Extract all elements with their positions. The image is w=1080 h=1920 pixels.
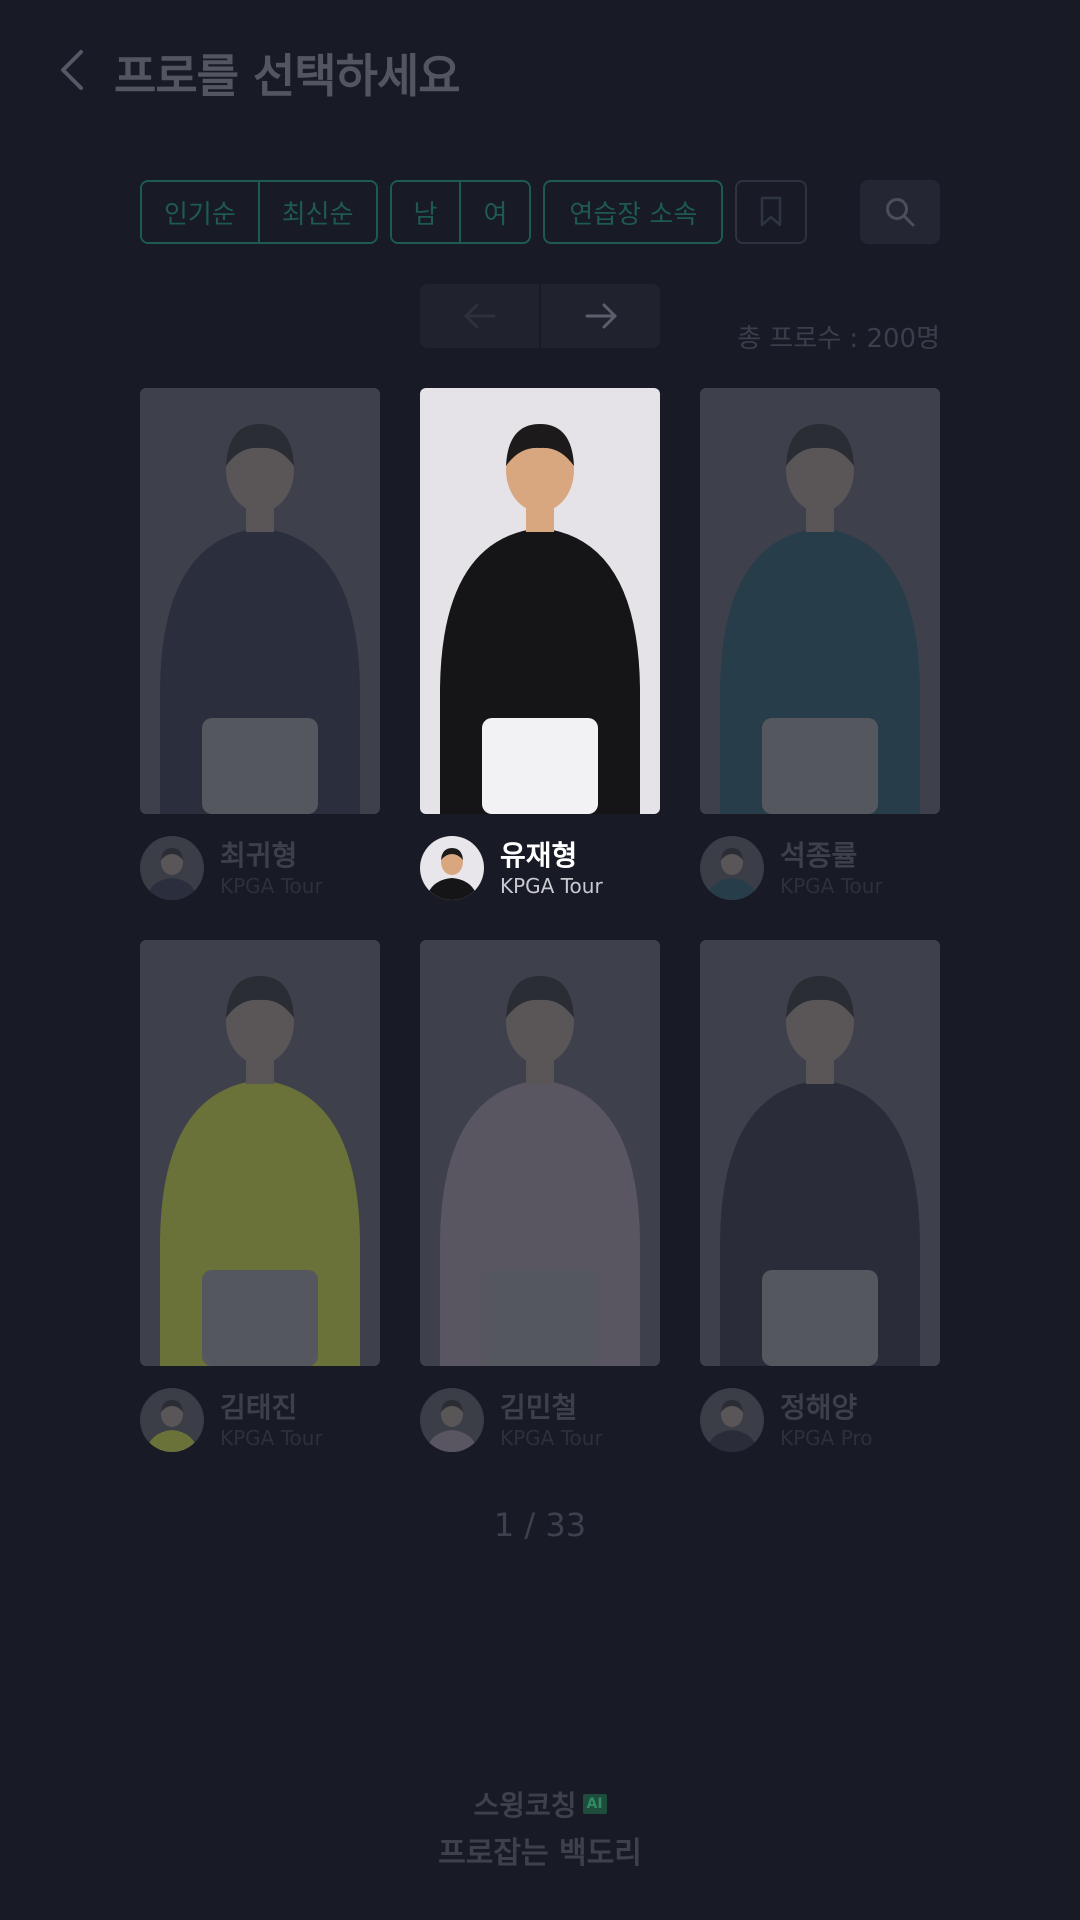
bookmark-button[interactable]: [735, 180, 808, 244]
pro-name: 최귀형: [220, 839, 298, 872]
pro-info: 석종률 KPGA Tour: [700, 834, 940, 914]
pro-info: 김민철 KPGA Tour: [420, 1386, 660, 1466]
header: 프로를 선택하세요: [0, 0, 1080, 140]
pro-name: 김태진: [220, 1391, 298, 1424]
pro-silhouette: [160, 976, 360, 1366]
avatar: [140, 1388, 204, 1452]
pro-card[interactable]: 정해양 KPGA Pro: [700, 940, 940, 1466]
pro-tour: KPGA Tour: [780, 874, 883, 898]
pro-name: 유재형: [500, 839, 578, 872]
avatar-silhouette: [426, 1400, 478, 1452]
pro-name: 석종률: [780, 839, 858, 872]
next-page-button[interactable]: [539, 284, 660, 348]
pro-card-selected[interactable]: 유재형 KPGA Tour: [420, 388, 660, 914]
avatar-silhouette: [146, 1400, 198, 1452]
arrow-left-icon: [464, 303, 495, 329]
page-title: 프로를 선택하세요: [114, 49, 461, 103]
affiliation-option[interactable]: 연습장 소속: [545, 182, 721, 242]
avatar: [140, 836, 204, 900]
pro-card[interactable]: 김민철 KPGA Tour: [420, 940, 660, 1466]
pro-name: 정해양: [780, 1391, 858, 1424]
avatar: [700, 836, 764, 900]
pro-card[interactable]: 김태진 KPGA Tour: [140, 940, 380, 1466]
brand-line-1: 스윙코칭 AI: [473, 1784, 607, 1824]
pro-name: 김민철: [500, 1391, 578, 1424]
pro-silhouette: [160, 424, 360, 814]
pro-silhouette: [720, 424, 920, 814]
arrow-right-icon: [585, 303, 616, 329]
pro-photo: [420, 388, 660, 814]
sort-toggle: 인기순 최신순: [140, 180, 378, 244]
chevron-left-icon: [61, 50, 83, 90]
pro-tour: KPGA Tour: [220, 1426, 323, 1450]
sort-latest-option[interactable]: 최신순: [257, 182, 376, 242]
brand-name: 스윙코칭: [473, 1789, 577, 1822]
pro-photo: [700, 940, 940, 1366]
avatar-silhouette: [706, 1400, 758, 1452]
pro-tour: KPGA Tour: [500, 874, 603, 898]
bookmark-icon: [761, 196, 782, 227]
avatar-silhouette: [706, 848, 758, 900]
pro-photo: [420, 940, 660, 1366]
ai-badge: AI: [582, 1794, 607, 1814]
pro-card[interactable]: 최귀형 KPGA Tour: [140, 388, 380, 914]
total-pro-count: 총 프로수 : 200명: [737, 324, 940, 354]
pro-info: 유재형 KPGA Tour: [420, 834, 660, 914]
pro-silhouette: [440, 976, 640, 1366]
gender-toggle: 남 여: [389, 180, 532, 244]
avatar: [700, 1388, 764, 1452]
pro-photo: [700, 388, 940, 814]
pro-silhouette: [720, 976, 920, 1366]
pro-silhouette: [440, 424, 640, 814]
pro-photo: [140, 940, 380, 1366]
brand-slogan: 프로잡는 백도리: [438, 1836, 642, 1871]
back-button[interactable]: [52, 44, 92, 96]
pager-arrows: [420, 284, 660, 348]
avatar: [420, 836, 484, 900]
search-button[interactable]: [860, 180, 940, 244]
gender-female-option[interactable]: 여: [459, 182, 529, 242]
pro-tour: KPGA Pro: [780, 1426, 873, 1450]
pro-tour: KPGA Tour: [220, 874, 323, 898]
prev-page-button[interactable]: [420, 284, 539, 348]
avatar-silhouette: [146, 848, 198, 900]
filter-bar: 인기순 최신순 남 여 연습장 소속: [140, 180, 808, 244]
pro-tour: KPGA Tour: [500, 1426, 603, 1450]
sort-popular-option[interactable]: 인기순: [142, 182, 258, 242]
pro-card[interactable]: 석종률 KPGA Tour: [700, 388, 940, 914]
pro-photo: [140, 388, 380, 814]
page-indicator: 1 / 33: [493, 1506, 587, 1544]
avatar-silhouette: [426, 848, 478, 900]
pro-info: 정해양 KPGA Pro: [700, 1386, 940, 1466]
brand-footer: 스윙코칭 AI 프로잡는 백도리: [0, 1784, 1080, 1872]
gender-male-option[interactable]: 남: [392, 182, 460, 242]
pro-info: 최귀형 KPGA Tour: [140, 834, 380, 914]
pro-info: 김태진 KPGA Tour: [140, 1386, 380, 1466]
avatar: [420, 1388, 484, 1452]
affiliation-filter: 연습장 소속: [543, 180, 724, 244]
search-icon: [886, 198, 915, 227]
